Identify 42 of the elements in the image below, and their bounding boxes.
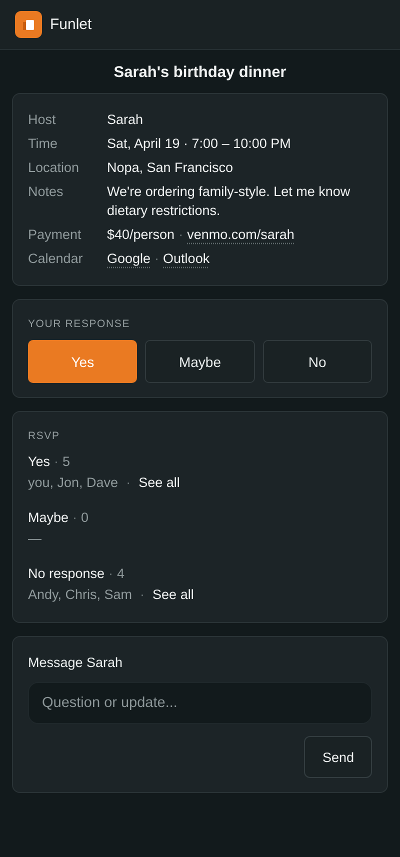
separator-dot: ·: [154, 251, 160, 266]
detail-label: Location: [28, 159, 80, 177]
section-heading: RSVP: [28, 430, 61, 442]
response-button[interactable]: No: [262, 340, 372, 383]
send-button[interactable]: Send: [304, 736, 372, 778]
rsvp-names: Andy, Chris, Sam: [28, 586, 132, 604]
detail-value: $40/person: [107, 227, 175, 242]
see-all-link[interactable]: See all: [138, 472, 180, 494]
detail-label: Payment: [28, 226, 82, 244]
separator-dot: ·: [54, 453, 59, 471]
message-heading: Message Sarah: [28, 655, 124, 670]
section-heading: YOUR RESPONSE: [28, 318, 132, 330]
detail-label: Time: [28, 135, 58, 153]
detail-label: Host: [28, 111, 57, 129]
detail-label: Notes: [28, 183, 64, 201]
rsvp-names: you, Jon, Dave: [28, 474, 118, 492]
rsvp-names: —: [28, 530, 42, 548]
message-input[interactable]: Question or update...: [28, 682, 372, 724]
separator-dot: ·: [126, 474, 131, 492]
separator-dot: ·: [72, 509, 78, 527]
rsvp-group-label: Yes: [28, 453, 50, 471]
rsvp-count: 5: [62, 453, 70, 471]
detail-link[interactable]: Outlook: [163, 251, 210, 266]
detail-link[interactable]: venmo.com/sarah: [187, 227, 294, 242]
rsvp-count: 4: [117, 565, 125, 583]
app-logo-icon: [15, 11, 42, 38]
separator-dot: ·: [140, 586, 145, 604]
response-button[interactable]: Maybe: [145, 340, 255, 383]
rsvp-count: 0: [81, 509, 89, 527]
app-name: Funlet: [50, 16, 92, 33]
detail-label: Calendar: [28, 250, 84, 268]
detail-value: We're ordering family-style. Let me know dietary restrictions.: [107, 184, 350, 218]
see-all-link[interactable]: See all: [152, 584, 194, 606]
detail-value: Nopa, San Francisco: [107, 160, 234, 175]
detail-value: Sat, April 19 · 7:00 – 10:00 PM: [107, 136, 291, 151]
rsvp-group-label: Maybe: [28, 509, 69, 527]
rsvp-group-label: No response: [28, 565, 105, 583]
detail-link[interactable]: Google: [107, 251, 151, 266]
event-title: Sarah's birthday dinner: [112, 63, 288, 83]
separator-dot: ·: [108, 565, 114, 583]
separator-dot: ·: [178, 227, 184, 242]
detail-value: Sarah: [107, 112, 144, 127]
